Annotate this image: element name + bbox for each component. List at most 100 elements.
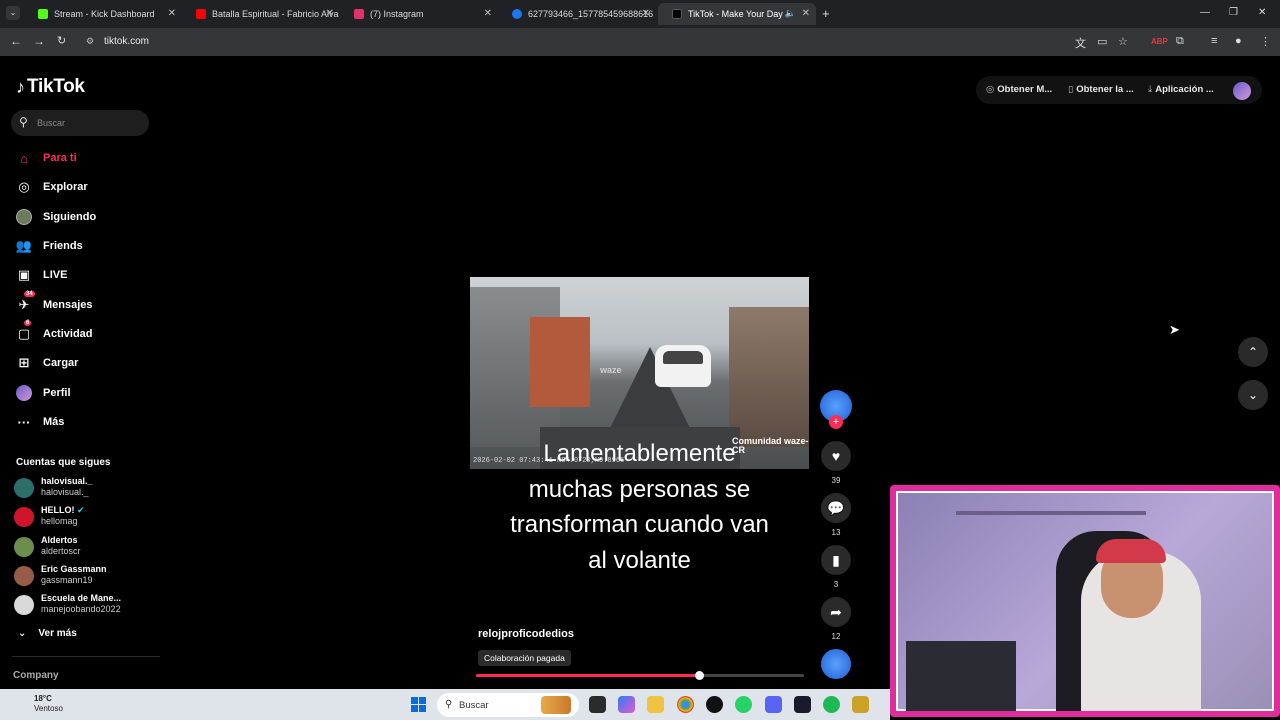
search-icon: ⚲ [19, 115, 28, 129]
speaker-icon[interactable]: 🔈 [785, 8, 796, 19]
next-video-button[interactable]: ⌄ [1238, 380, 1268, 410]
like-count: 39 [831, 476, 841, 485]
forward-icon[interactable]: → [33, 34, 45, 48]
avatar [14, 507, 34, 527]
browser-tab-kick[interactable]: Stream - Kick Dashboard ✕ [24, 3, 182, 25]
activity-icon: ▢ [17, 326, 31, 341]
discord-icon[interactable] [765, 696, 782, 713]
bookmark-star-icon[interactable]: ☆ [1118, 35, 1128, 48]
cast-icon[interactable]: ▭ [1097, 35, 1107, 48]
share-button[interactable]: ➦ [821, 597, 851, 627]
comment-button[interactable]: 💬 [821, 493, 851, 523]
file-explorer-icon[interactable] [647, 696, 664, 713]
restore-icon[interactable]: ❐ [1229, 7, 1238, 18]
close-tab-icon[interactable]: ✕ [168, 8, 176, 19]
upload-icon: ⊞ [18, 355, 30, 370]
sidebar-item-perfil[interactable]: Perfil [16, 384, 71, 402]
extensions-icon[interactable]: ⧉ [1176, 35, 1184, 48]
user-avatar[interactable] [1233, 82, 1251, 100]
facebook-icon [512, 9, 522, 19]
profile-icon[interactable]: ● [1235, 35, 1242, 47]
verified-icon: ✔ [77, 505, 85, 515]
video-caption-line: al volante [588, 547, 691, 574]
back-icon[interactable]: ← [10, 34, 22, 48]
copilot-icon[interactable] [618, 696, 635, 713]
save-button[interactable]: ▮ [821, 545, 851, 575]
close-tab-icon[interactable]: ✕ [802, 8, 810, 19]
whatsapp-icon[interactable] [735, 696, 752, 713]
weather-widget[interactable]: 18°C Ventoso [34, 694, 63, 714]
spotify-icon[interactable] [823, 696, 840, 713]
search-input[interactable]: ⚲ Buscar [11, 110, 149, 136]
app-icon[interactable] [706, 696, 723, 713]
task-view-icon[interactable] [589, 696, 606, 713]
windows-taskbar: 18°C Ventoso ⚲ Buscar [0, 689, 890, 720]
sidebar-item-mas[interactable]: ··· Más [16, 413, 65, 431]
close-tab-icon[interactable]: ✕ [642, 8, 650, 19]
follow-plus-icon[interactable]: + [829, 415, 843, 429]
translate-icon[interactable]: 文 [1075, 35, 1086, 51]
video-author[interactable]: relojproficodedios [478, 628, 574, 640]
webcam-desk [906, 641, 1016, 711]
media-control-icon[interactable]: ≡ [1211, 35, 1217, 47]
browser-tab-youtube[interactable]: Batalla Espiritual - Fabricio Alva ✕ [182, 3, 340, 25]
sidebar-item-explorar[interactable]: ◎ Explorar [16, 178, 87, 196]
site-info-icon[interactable]: ⚙ [86, 36, 94, 47]
chevron-up-icon: ⌃ [1247, 345, 1259, 359]
kick-icon [38, 9, 48, 19]
app-icon[interactable] [852, 696, 869, 713]
close-tab-icon[interactable]: ✕ [484, 8, 492, 19]
sidebar-item-actividad[interactable]: ▢ 6 Actividad [16, 320, 93, 343]
bookmark-icon: ▮ [832, 551, 840, 568]
browser-tab-instagram[interactable]: (7) Instagram ✕ [340, 3, 498, 25]
app-icon[interactable] [794, 696, 811, 713]
video-frame [663, 351, 703, 364]
sidebar-item-para-ti[interactable]: ⌂ Para ti [16, 149, 77, 167]
sidebar-item-live[interactable]: ▣ LIVE [16, 266, 68, 284]
share-count: 12 [831, 632, 841, 641]
webcam-streamer-cap [1096, 539, 1166, 563]
adblock-icon[interactable]: ABP [1151, 37, 1168, 46]
save-count: 3 [833, 580, 839, 589]
profile-avatar-icon [16, 385, 32, 401]
sound-avatar[interactable] [821, 649, 851, 679]
start-windows-icon[interactable] [411, 697, 426, 712]
previous-video-button[interactable]: ⌃ [1238, 337, 1268, 367]
browser-tab-facebook[interactable]: 627793466_157785459688616 ✕ [498, 3, 656, 25]
video-caption-line: muchas personas se [528, 476, 751, 503]
heart-icon: ♥ [831, 448, 841, 464]
chrome-icon[interactable] [677, 696, 694, 713]
company-link[interactable]: Company [13, 670, 59, 681]
minimize-icon[interactable]: — [1200, 7, 1210, 18]
tiktok-note-icon: ♪ [16, 76, 25, 97]
desktop-app-button[interactable]: ⤓ Aplicación ... [1148, 84, 1214, 95]
like-button[interactable]: ♥ [821, 441, 851, 471]
tiktok-icon [672, 9, 682, 19]
tab-search-button[interactable]: ⌄ [6, 6, 20, 20]
tiktok-logo[interactable]: ♪ TikTok [16, 76, 85, 98]
close-tab-icon[interactable]: ✕ [326, 8, 334, 19]
browser-tab-tiktok[interactable]: TikTok - Make Your Day 🔈 ✕ [658, 3, 816, 25]
comment-icon: 💬 [827, 499, 845, 516]
see-more-button[interactable]: ⌄ Ver más [18, 628, 77, 639]
address-bar[interactable]: ⚙ tiktok.com [80, 31, 1140, 53]
paid-partnership-badge: Colaboración pagada [478, 650, 571, 666]
live-icon: ▣ [17, 267, 31, 282]
video-watermark: waze [600, 365, 622, 375]
url-text[interactable]: tiktok.com [104, 36, 149, 47]
sidebar-item-mensajes[interactable]: ✈ 34 Mensajes [16, 291, 93, 314]
sidebar-item-cargar[interactable]: ⊞ Cargar [16, 354, 79, 372]
close-window-icon[interactable]: ✕ [1258, 7, 1266, 18]
video-progress-bar[interactable] [476, 671, 804, 680]
get-app-button[interactable]: ▯ Obtener la ... [1068, 84, 1134, 95]
instagram-icon [354, 9, 364, 19]
sidebar-item-friends[interactable]: 👥 Friends [16, 237, 83, 255]
new-tab-button[interactable]: + [822, 6, 830, 21]
taskbar-search-input[interactable]: ⚲ Buscar [437, 693, 579, 717]
video-frame [530, 317, 590, 407]
sidebar-item-siguiendo[interactable]: Siguiendo [16, 208, 96, 226]
reload-icon[interactable]: ↻ [57, 34, 66, 47]
get-coins-button[interactable]: ◎ Obtener M... [986, 84, 1052, 95]
browser-menu-icon[interactable]: ⋮ [1260, 35, 1271, 48]
progress-handle[interactable] [695, 671, 705, 680]
